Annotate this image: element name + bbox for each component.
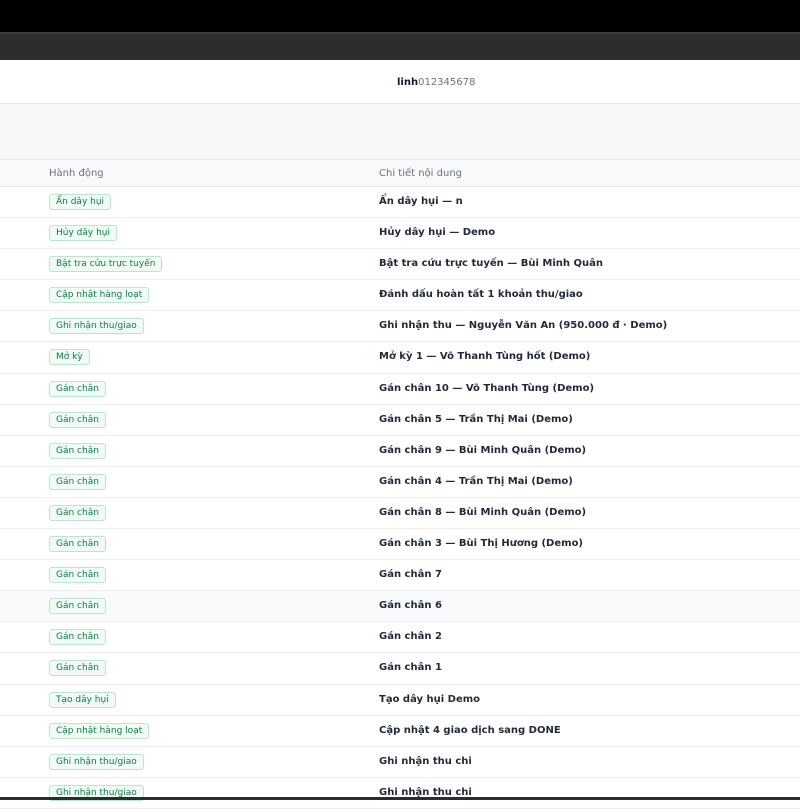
- table-row[interactable]: Ẩn dây hụi Ẩn dây hụi — n: [0, 187, 800, 219]
- table-row[interactable]: Gán chân Gán chân 3 — Bùi Thị Hương (Demo…: [0, 529, 800, 561]
- table-row[interactable]: Mở kỳ Mở kỳ 1 — Võ Thanh Tùng hốt (Demo): [0, 342, 800, 374]
- action-badge: Cập nhật hàng loạt: [49, 722, 150, 739]
- detail-text: Gán chân 8 — Bùi Minh Quân (Demo): [379, 506, 587, 518]
- table-row[interactable]: Gán chân Gán chân 4 — Trần Thị Mai (Demo): [0, 466, 800, 498]
- table-row[interactable]: Ghi nhận thu/giao Ghi nhận thu — Nguyễn V…: [0, 311, 800, 343]
- column-header-action: Hành động: [49, 168, 104, 179]
- detail-text: Gán chân 9 — Bùi Minh Quân (Demo): [379, 444, 587, 456]
- table-row[interactable]: Gán chân Gán chân 10 — Võ Thanh Tùng (Dem…: [0, 373, 800, 405]
- action-badge: Gán chân: [49, 567, 106, 584]
- action-badge: Gán chân: [49, 660, 106, 677]
- action-badge: Gán chân: [49, 536, 106, 553]
- detail-text: Mở kỳ 1 — Võ Thanh Tùng hốt (Demo): [379, 351, 591, 363]
- action-badge: Gán chân: [49, 411, 106, 428]
- table-row[interactable]: Gán chân Gán chân 5 — Trần Thị Mai (Demo): [0, 404, 800, 436]
- action-badge: Gán chân: [49, 442, 106, 459]
- table-row[interactable]: Gán chân Gán chân 6: [0, 591, 800, 623]
- detail-text: Gán chân 3 — Bùi Thị Hương (Demo): [379, 538, 584, 550]
- action-badge: Gán chân: [49, 380, 106, 397]
- action-badge: Bật tra cứu trực tuyến: [49, 256, 163, 273]
- action-badge: Gán chân: [49, 598, 106, 615]
- detail-text: Cập nhật 4 giao dịch sang DONE: [379, 724, 561, 736]
- user-name: linh: [397, 77, 419, 88]
- activity-log-table: Ẩn dây hụi Ẩn dây hụi — n Hủy dây hụi Hủy d…: [0, 187, 800, 809]
- detail-text: Gán chân 7: [379, 569, 442, 581]
- table-row[interactable]: Gán chân Gán chân 2: [0, 622, 800, 654]
- action-badge: Cập nhật hàng loạt: [49, 287, 150, 304]
- action-badge: Ghi nhận thu/giao: [49, 753, 144, 770]
- browser-toolbar: [0, 32, 800, 60]
- filter-area: [0, 104, 800, 159]
- detail-text: Gán chân 6: [379, 600, 442, 612]
- table-row[interactable]: Gán chân Gán chân 9 — Bùi Minh Quân (Demo…: [0, 435, 800, 467]
- detail-text: Tạo dây hụi Demo: [379, 693, 481, 705]
- user-info[interactable]: linh012345678: [397, 77, 475, 88]
- table-row[interactable]: Ghi nhận thu/giao Ghi nhận thu chi: [0, 777, 800, 809]
- detail-text: Gán chân 2: [379, 631, 442, 643]
- detail-text: Hủy dây hụi — Demo: [379, 227, 496, 239]
- table-row[interactable]: Gán chân Gán chân 8 — Bùi Minh Quân (Demo…: [0, 497, 800, 530]
- table-row[interactable]: Hủy dây hụi Hủy dây hụi — Demo: [0, 218, 800, 250]
- table-row[interactable]: Bật tra cứu trực tuyến Bật tra cứu trực t…: [0, 249, 800, 281]
- table-row[interactable]: Gán chân Gán chân 1: [0, 653, 800, 685]
- action-badge: Gán chân: [49, 629, 106, 646]
- action-badge: Ghi nhận thu/giao: [49, 318, 144, 335]
- window-top-bar: [0, 0, 800, 32]
- table-header: Hành động Chi tiết nội dung: [0, 159, 800, 187]
- detail-text: Gán chân 10 — Võ Thanh Tùng (Demo): [379, 382, 595, 394]
- detail-text: Gán chân 4 — Trần Thị Mai (Demo): [379, 475, 573, 487]
- detail-text: Đánh dấu hoàn tất 1 khoản thu/giao: [379, 289, 583, 301]
- user-header: linh012345678: [0, 60, 800, 104]
- column-header-detail: Chi tiết nội dung: [379, 168, 463, 179]
- action-badge: Ẩn dây hụi: [49, 194, 112, 210]
- detail-text: Ghi nhận thu — Nguyễn Văn An (950.000 đ …: [379, 320, 668, 332]
- table-row[interactable]: Tạo dây hụi Tạo dây hụi Demo: [0, 684, 800, 716]
- detail-text: Bật tra cứu trực tuyến — Bùi Minh Quân: [379, 258, 603, 270]
- table-row[interactable]: Cập nhật hàng loạt Đánh dấu hoàn tất 1 kh…: [0, 280, 800, 312]
- table-row[interactable]: Cập nhật hàng loạt Cập nhật 4 giao dịch s…: [0, 715, 800, 747]
- action-badge: Gán chân: [49, 473, 106, 490]
- action-badge: Hủy dây hụi: [49, 225, 117, 242]
- action-badge: Mở kỳ: [49, 349, 90, 366]
- table-row[interactable]: Ghi nhận thu/giao Ghi nhận thu chi: [0, 746, 800, 778]
- detail-text: Ẩn dây hụi — n: [379, 196, 463, 207]
- action-badge: Tạo dây hụi: [49, 691, 116, 708]
- action-badge: Gán chân: [49, 504, 106, 521]
- detail-text: Gán chân 5 — Trần Thị Mai (Demo): [379, 413, 573, 425]
- table-row[interactable]: Gán chân Gán chân 7: [0, 560, 800, 592]
- detail-text: Gán chân 1: [379, 662, 442, 674]
- detail-text: Ghi nhận thu chi: [379, 755, 472, 767]
- user-phone: 012345678: [418, 77, 476, 88]
